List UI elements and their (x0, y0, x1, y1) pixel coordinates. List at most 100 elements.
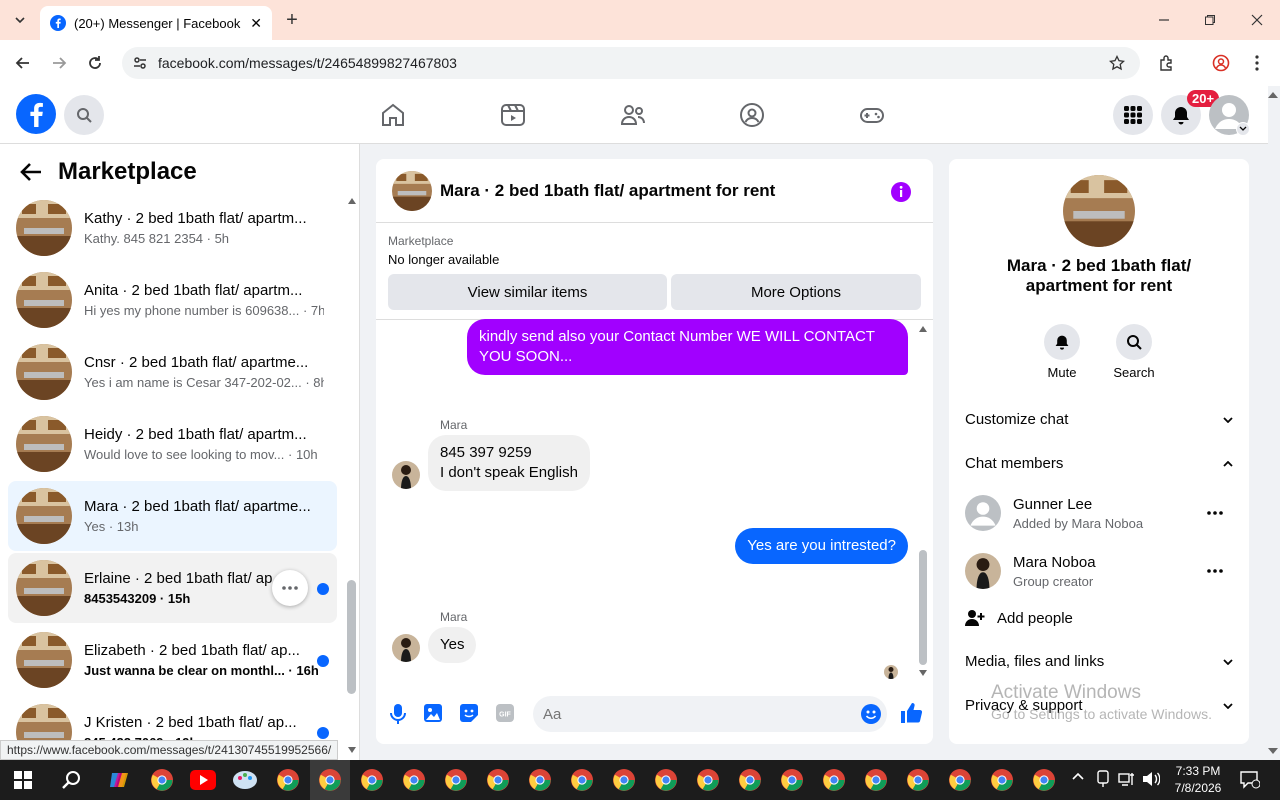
member-avatar[interactable] (965, 495, 1001, 531)
chrome-taskbar-icon[interactable] (738, 768, 762, 792)
chrome-taskbar-icon[interactable] (612, 768, 636, 792)
page-scroll-down-icon[interactable] (1268, 748, 1278, 754)
facebook-logo-icon[interactable] (16, 94, 56, 134)
sender-avatar[interactable] (392, 461, 420, 489)
chrome-taskbar-icon[interactable] (822, 768, 846, 792)
clock-date[interactable]: 7/8/2026 (1172, 781, 1224, 795)
youtube-icon[interactable] (190, 770, 216, 790)
forward-arrow-icon[interactable] (48, 52, 70, 74)
site-info-icon[interactable] (132, 55, 148, 71)
chrome-taskbar-icon[interactable] (402, 768, 426, 792)
chrome-taskbar-icon[interactable] (276, 768, 300, 792)
chrome-taskbar-icon[interactable] (444, 768, 468, 792)
scroll-up-arrow-icon[interactable] (919, 326, 927, 332)
chrome-taskbar-icon[interactable] (1032, 768, 1056, 792)
reload-icon[interactable] (84, 52, 106, 74)
notification-center-icon[interactable] (1240, 771, 1260, 789)
search-button[interactable] (64, 95, 104, 135)
minimize-button[interactable] (1152, 8, 1176, 32)
more-options-button[interactable]: More Options (671, 274, 921, 310)
conversation-item[interactable]: Anita · 2 bed 1bath flat/ apartm... Hi ye… (8, 265, 337, 335)
profile-icon[interactable] (1210, 52, 1232, 74)
conversation-item[interactable]: Kathy · 2 bed 1bath flat/ apartm... Kathy… (8, 193, 337, 263)
gif-icon[interactable]: GIF (496, 704, 514, 722)
photo-icon[interactable] (424, 704, 442, 722)
chrome-taskbar-icon[interactable] (570, 768, 594, 792)
conversation-item[interactable]: Mara · 2 bed 1bath flat/ apartme... Yes ·… (8, 481, 337, 551)
scroll-down-arrow-icon[interactable] (348, 747, 356, 753)
chrome-taskbar-icon[interactable] (486, 768, 510, 792)
browser-tab[interactable]: (20+) Messenger | Facebook ✕ (40, 6, 272, 40)
extensions-icon[interactable] (1156, 52, 1178, 74)
microphone-icon[interactable] (390, 704, 406, 724)
network-icon[interactable] (1118, 771, 1136, 787)
tab-search-icon[interactable] (8, 10, 32, 30)
menu-grid-button[interactable] (1113, 95, 1153, 135)
copilot-icon[interactable] (108, 769, 130, 791)
taskbar-search-icon[interactable] (62, 770, 82, 790)
clock-time[interactable]: 7:33 PM (1172, 764, 1224, 778)
address-bar[interactable]: facebook.com/messages/t/2465489982746780… (122, 47, 1140, 79)
customize-chat-row[interactable]: Customize chat (965, 411, 1233, 428)
account-chevron-icon[interactable] (1236, 122, 1250, 136)
message-incoming[interactable]: Yes (428, 627, 477, 663)
page-scroll-up-icon[interactable] (1268, 92, 1278, 98)
back-arrow-icon[interactable] (12, 52, 34, 74)
volume-icon[interactable] (1142, 771, 1160, 787)
chrome-taskbar-icon[interactable] (948, 768, 972, 792)
member-options-icon[interactable] (1207, 569, 1223, 573)
conversation-item[interactable]: Cnsr · 2 bed 1bath flat/ apartme... Yes i… (8, 337, 337, 407)
scrollbar-thumb[interactable] (919, 550, 927, 665)
info-icon[interactable] (890, 181, 912, 203)
member-name[interactable]: Mara Noboa (1013, 554, 1096, 571)
message-input[interactable] (543, 702, 843, 726)
view-similar-items-button[interactable]: View similar items (388, 274, 667, 310)
paint-app-icon[interactable] (232, 768, 258, 792)
chrome-taskbar-icon[interactable] (696, 768, 720, 792)
windows-start-icon[interactable] (14, 771, 32, 789)
add-people-button[interactable]: Add people (965, 609, 1073, 627)
scroll-down-arrow-icon[interactable] (919, 670, 927, 676)
chat-members-row[interactable]: Chat members (965, 455, 1233, 472)
chrome-taskbar-icon[interactable] (780, 768, 804, 792)
chrome-taskbar-icon[interactable] (360, 768, 384, 792)
video-icon[interactable] (500, 102, 526, 128)
chrome-taskbar-icon[interactable] (654, 768, 678, 792)
tab-close-icon[interactable]: ✕ (250, 15, 262, 32)
sender-avatar[interactable] (392, 634, 420, 662)
new-tab-button[interactable]: + (282, 8, 302, 32)
close-window-button[interactable] (1245, 8, 1269, 32)
message-outgoing[interactable]: Yes are you intrested? (735, 528, 908, 564)
chrome-taskbar-icon[interactable] (528, 768, 552, 792)
scrollbar-thumb[interactable] (347, 580, 356, 694)
more-options-button[interactable] (272, 570, 308, 606)
home-icon[interactable] (380, 102, 406, 128)
browser-menu-icon[interactable] (1248, 52, 1266, 74)
member-name[interactable]: Gunner Lee (1013, 496, 1092, 513)
gaming-icon[interactable] (859, 102, 885, 128)
listing-thumbnail[interactable] (392, 170, 432, 211)
bookmark-star-icon[interactable] (1106, 52, 1128, 74)
chrome-taskbar-icon[interactable] (310, 760, 350, 800)
media-files-row[interactable]: Media, files and links (965, 653, 1233, 670)
member-avatar[interactable] (965, 553, 1001, 589)
chrome-taskbar-icon[interactable] (906, 768, 930, 792)
restore-button[interactable] (1198, 8, 1222, 32)
chrome-taskbar-icon[interactable] (990, 768, 1014, 792)
tray-device-icon[interactable] (1096, 770, 1110, 788)
chrome-taskbar-icon[interactable] (150, 768, 174, 792)
conversation-item[interactable]: Elizabeth · 2 bed 1bath flat/ ap... Just … (8, 625, 337, 695)
friends-icon[interactable] (620, 102, 646, 128)
conversation-item[interactable]: Heidy · 2 bed 1bath flat/ apartm... Would… (8, 409, 337, 479)
like-thumbs-up-icon[interactable] (900, 702, 922, 724)
mute-button[interactable] (1044, 324, 1080, 360)
member-options-icon[interactable] (1207, 511, 1223, 515)
emoji-icon[interactable] (861, 704, 881, 724)
back-arrow-icon[interactable] (20, 162, 42, 182)
scroll-up-arrow-icon[interactable] (348, 198, 356, 204)
sticker-icon[interactable] (460, 704, 478, 722)
chrome-taskbar-icon[interactable] (864, 768, 888, 792)
message-outgoing[interactable]: kindly send also your Contact Number WE … (467, 319, 908, 375)
groups-icon[interactable] (739, 102, 765, 128)
listing-thumbnail[interactable] (1063, 175, 1135, 247)
